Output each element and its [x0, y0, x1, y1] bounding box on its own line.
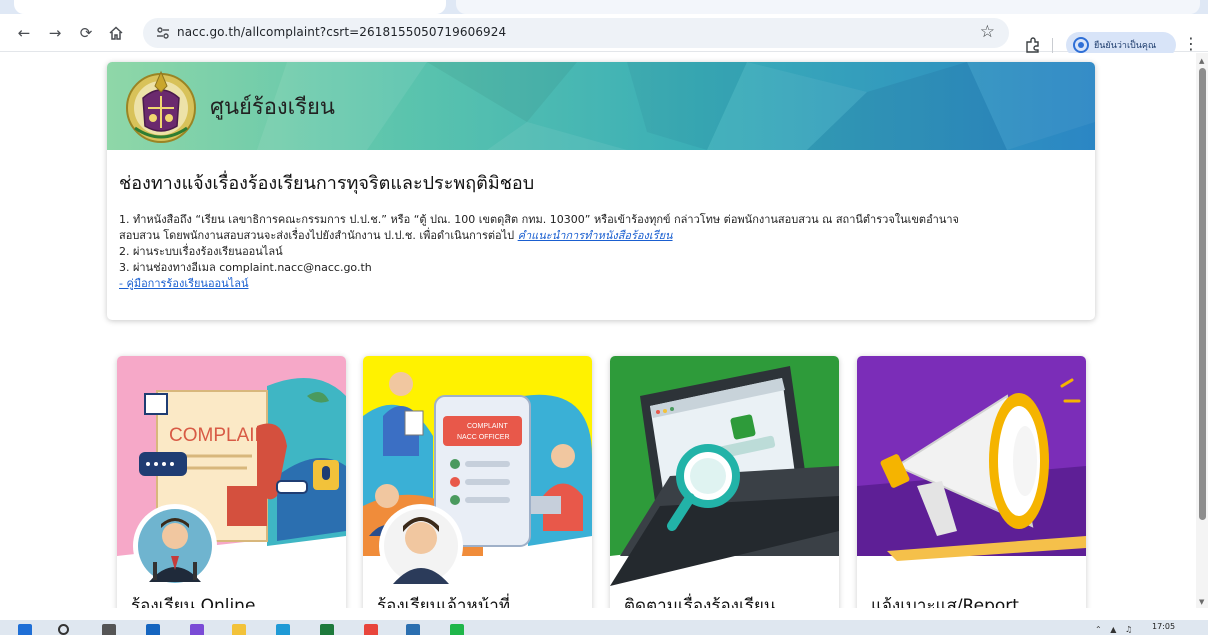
header-banner: ศูนย์ร้องเรียน — [107, 62, 1095, 150]
tile-report-tip[interactable]: แจ้งเบาะแส/Report — [857, 356, 1086, 608]
tile-track-complaint-label[interactable]: ติดตามเรื่องร้องเรียน — [624, 592, 776, 608]
banner-title: ศูนย์ร้องเรียน — [210, 95, 335, 120]
tile-officer-complaint-label[interactable]: ร้องเรียนเจ้าหน้าที่ — [377, 592, 510, 608]
complaint-info-card: ศูนย์ร้องเรียน ช่องทางแจ้งเรื่องร้องเรีย… — [107, 62, 1095, 320]
search-icon[interactable] — [58, 624, 69, 635]
page-scrollbar[interactable]: ▲ ▼ — [1196, 53, 1208, 608]
tile-online-complaint[interactable]: COMPLAINT ร้องเรียน Online — [117, 356, 346, 608]
channel-1-line-2: สอบสวน โดยพนักงานสอบสวนจะส่งเรื่องไปยังส… — [119, 228, 1087, 244]
channel-1-line-1: 1. ทำหนังสือถึง “เรียน เลขาธิการคณะกรรมก… — [119, 213, 960, 226]
track-complaint-illustration — [610, 356, 839, 608]
channel-3: 3. ผ่านช่องทางอีเมล complaint.nacc@nacc.… — [119, 261, 372, 274]
tile-report-tip-label[interactable]: แจ้งเบาะแส/Report — [871, 592, 1019, 608]
letter-guide-link[interactable]: คำแนะนำการทำหนังสือร้องเรียน — [518, 229, 673, 242]
windows-start-icon[interactable] — [18, 624, 32, 635]
tile-online-complaint-label[interactable]: ร้องเรียน Online — [131, 592, 255, 608]
excel-icon[interactable] — [320, 624, 334, 635]
channel-1-text: สอบสวน โดยพนักงานสอบสวนจะส่งเรื่องไปยังส… — [119, 229, 518, 242]
line-app-icon[interactable] — [450, 624, 464, 635]
browser-tab[interactable] — [456, 0, 1200, 14]
officer-complaint-illustration: COMPLAINT NACC OFFICER — [363, 356, 592, 608]
complaint-channels-text: 1. ทำหนังสือถึง “เรียน เลขาธิการคณะกรรมก… — [119, 212, 1087, 292]
channel-2: 2. ผ่านระบบเรื่องร้องเรียนออนไลน์ — [119, 245, 283, 258]
browser-tab[interactable] — [14, 0, 446, 14]
profile-label: ยืนยันว่าเป็นคุณ — [1094, 41, 1157, 51]
taskbar-app-icon[interactable] — [190, 624, 204, 635]
browser-toolbar: ← → ⟳ nacc.go.th/allcomplaint?csrt=26181… — [0, 14, 1208, 58]
scroll-up-icon[interactable]: ▲ — [1199, 57, 1204, 65]
scrollbar-thumb[interactable] — [1199, 68, 1206, 520]
forward-icon[interactable]: → — [45, 23, 65, 43]
site-settings-icon[interactable] — [155, 25, 171, 41]
tab-strip — [0, 0, 1208, 14]
chrome-icon[interactable] — [364, 624, 378, 635]
os-taskbar: ⌃ ▲ ♫ 17:05 — [0, 620, 1208, 635]
taskbar-app-icon[interactable] — [406, 624, 420, 635]
system-tray-icons[interactable]: ⌃ ▲ ♫ — [1095, 625, 1135, 634]
browser-menu-icon[interactable]: ⋮ — [1183, 35, 1199, 53]
online-manual-link[interactable]: - คู่มือการร้องเรียนออนไลน์ — [119, 277, 248, 290]
taskbar-app-icon[interactable] — [146, 624, 160, 635]
officer-art-text-2: NACC OFFICER — [457, 434, 510, 441]
tile-track-complaint[interactable]: ติดตามเรื่องร้องเรียน — [610, 356, 839, 608]
complaint-illustration: COMPLAINT — [117, 356, 346, 608]
nacc-seal-logo — [126, 70, 196, 143]
edge-icon[interactable] — [276, 624, 290, 635]
page-viewport: ศูนย์ร้องเรียน ช่องทางแจ้งเรื่องร้องเรีย… — [0, 53, 1196, 608]
taskbar-clock[interactable]: 17:05 — [1152, 622, 1175, 631]
profile-avatar-icon — [1073, 37, 1089, 53]
home-icon[interactable] — [106, 23, 126, 43]
toolbar-divider — [1052, 38, 1053, 54]
manual-link-line: - คู่มือการร้องเรียนออนไลน์ — [119, 276, 1087, 292]
megaphone-illustration — [857, 356, 1086, 608]
task-view-icon[interactable] — [102, 624, 116, 635]
file-explorer-icon[interactable] — [232, 624, 246, 635]
scroll-down-icon[interactable]: ▼ — [1199, 598, 1204, 606]
back-icon[interactable]: ← — [14, 23, 34, 43]
extensions-icon[interactable] — [1024, 36, 1042, 54]
officer-art-text-1: COMPLAINT — [467, 423, 509, 430]
page-heading: ช่องทางแจ้งเรื่องร้องเรียนการทุจริตและปร… — [119, 173, 535, 194]
url-text[interactable]: nacc.go.th/allcomplaint?csrt=26181550507… — [177, 25, 506, 39]
tile-officer-complaint[interactable]: COMPLAINT NACC OFFICER ร้องเรียนเจ้าหน้า… — [363, 356, 592, 608]
address-bar[interactable]: nacc.go.th/allcomplaint?csrt=26181550507… — [143, 18, 1009, 48]
reload-icon[interactable]: ⟳ — [76, 23, 96, 43]
bookmark-star-icon[interactable]: ☆ — [980, 22, 995, 42]
